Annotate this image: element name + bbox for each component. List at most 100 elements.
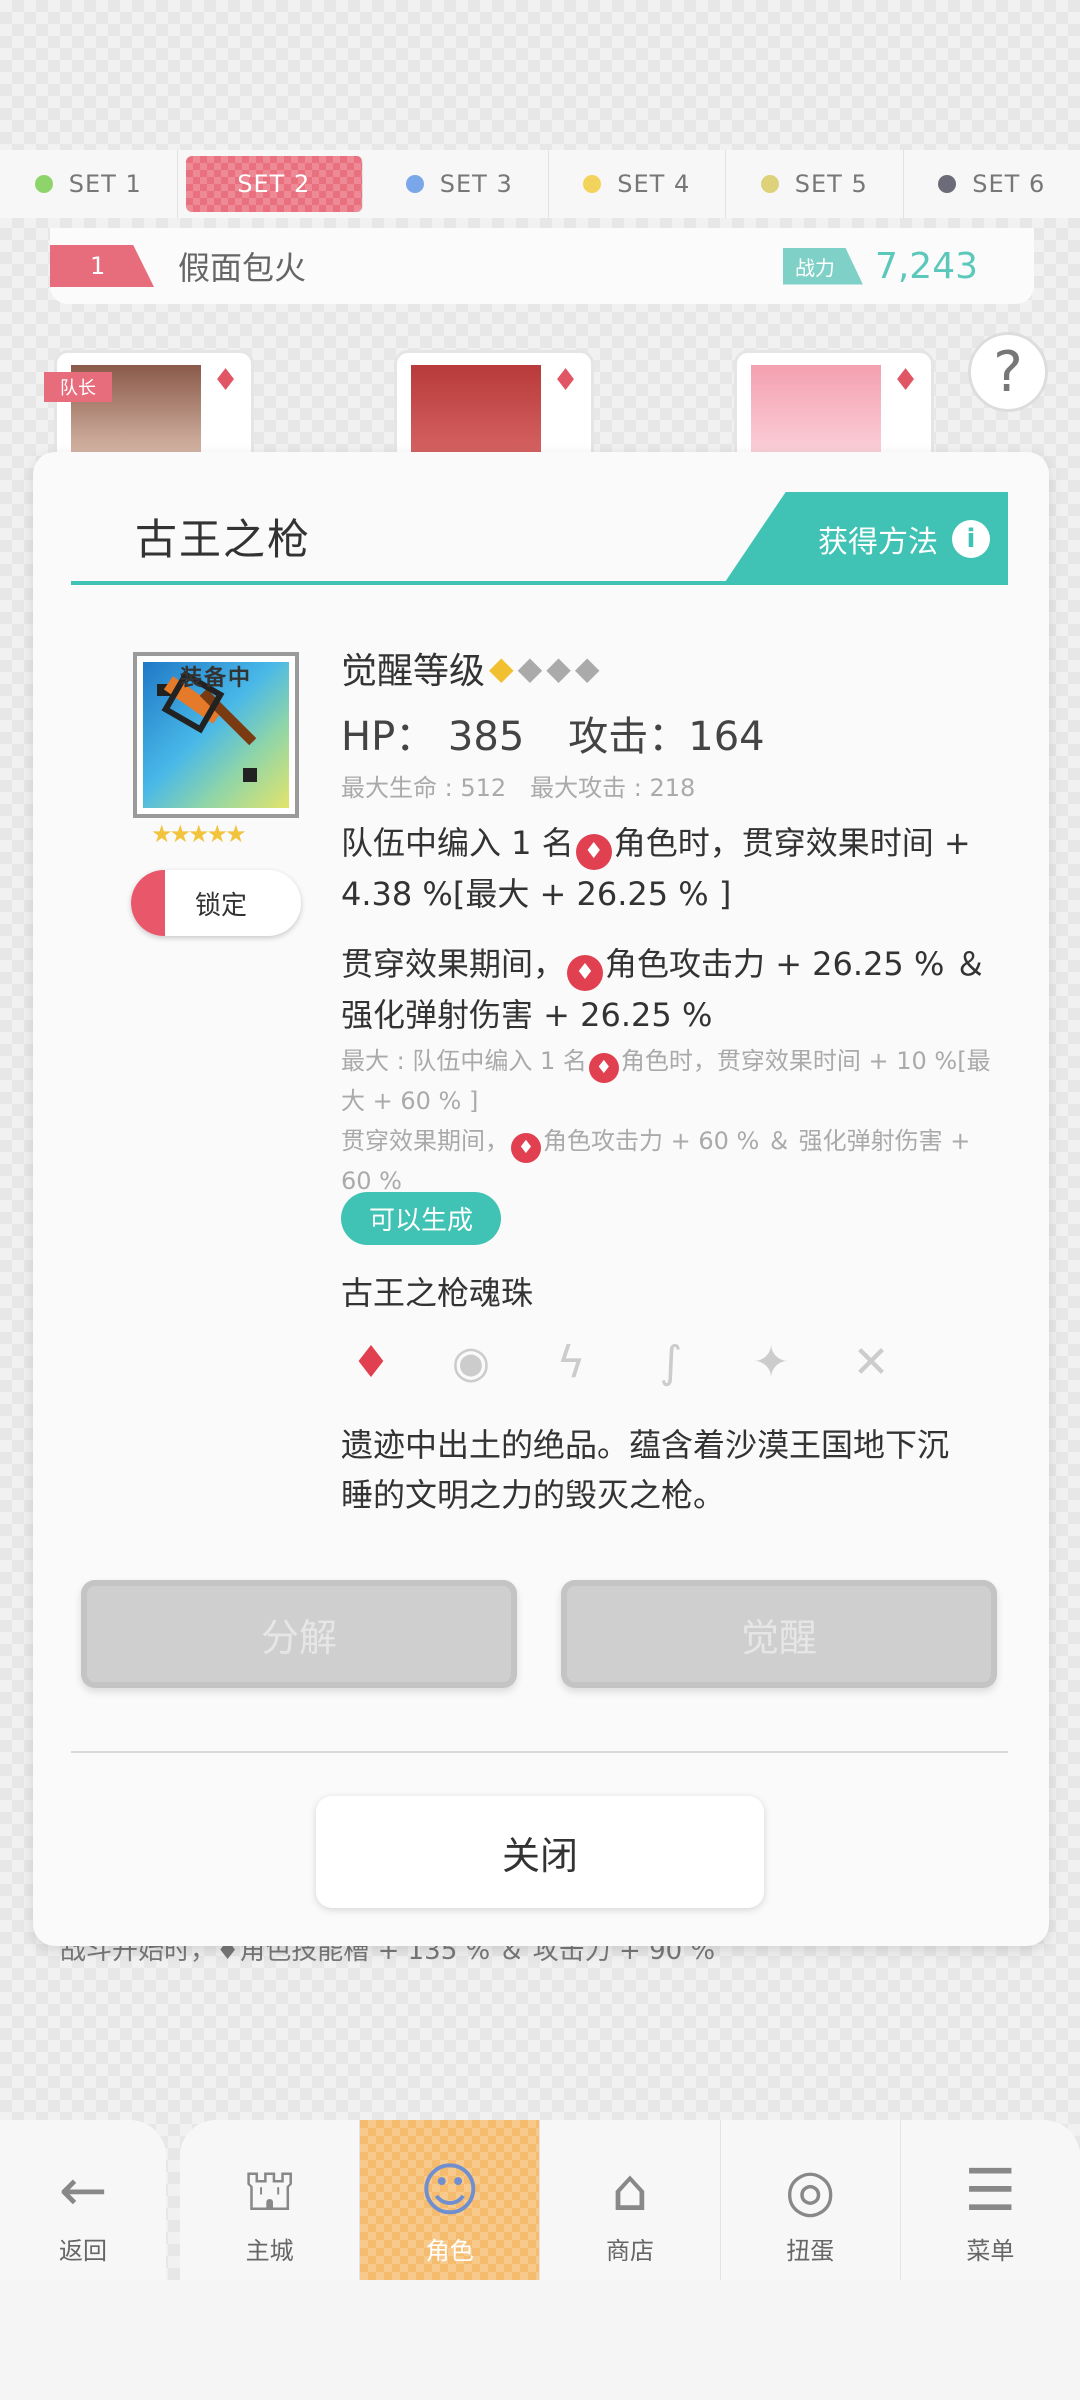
light-element-icon: ✦ bbox=[752, 1336, 790, 1388]
skill-effect-1: 队伍中编入 1 名 ♦ 角色时，贯穿效果时间 + 4.38 %[最大 + 26.25… bbox=[341, 819, 1001, 918]
set-3-dot-icon bbox=[405, 175, 424, 193]
max-stats-row: 最大生命 : 512 最大攻击 : 218 bbox=[341, 768, 1001, 803]
set-4-dot-icon bbox=[583, 175, 602, 193]
dismantle-button[interactable]: 分解 bbox=[81, 1580, 517, 1688]
bottom-safe-area bbox=[0, 2280, 1080, 2400]
nav-item-character[interactable]: ☺ 角色 bbox=[360, 2120, 541, 2280]
skill-effect-2: 贯穿效果期间， ♦ 角色攻击力 + 26.25 % ＆ 强化弹射伤害 + 26.25… bbox=[341, 940, 1001, 1039]
awaken-gem-icon: ◆ bbox=[517, 649, 543, 687]
back-button[interactable]: ← 返回 bbox=[0, 2120, 166, 2280]
red-suit-icon: ♦ bbox=[575, 834, 612, 870]
main-nav-group: ⛫ 主城 ☺ 角色 ⌂ 商店 ◎ 扭蛋 ☰ 菜单 bbox=[180, 2120, 1080, 2280]
hp-label: HP： bbox=[341, 714, 436, 760]
element-row: ♦ ◉ ϟ ∫ ✦ ✕ bbox=[341, 1332, 901, 1392]
tab-set-4[interactable]: SET 4 bbox=[549, 150, 726, 218]
max-effect-1: 最大 : 队伍中编入 1 名 ♦ 角色时，贯穿效果时间 + 10 %[最大 + 60… bbox=[341, 1043, 1001, 1119]
hp-value: 385 bbox=[447, 714, 525, 760]
awaken-gem-icon: ◆ bbox=[489, 649, 514, 687]
awaken-gem-icon: ◆ bbox=[574, 649, 600, 687]
nav-item-home[interactable]: ⛫ 主城 bbox=[180, 2120, 361, 2280]
suit-icon: ♦ bbox=[892, 363, 919, 398]
nav-label: 角色 bbox=[425, 2237, 474, 2265]
set-tab-label: SET 3 bbox=[439, 170, 513, 198]
awaken-button[interactable]: 觉醒 bbox=[561, 1580, 997, 1688]
item-title: 古王之枪 bbox=[135, 515, 312, 564]
nav-label: 菜单 bbox=[966, 2237, 1015, 2265]
item-detail-modal: 古王之枪 获得方法 i 装备中 ★★★★★ 锁定 觉醒等级 ◆ ◆ ◆ ◆ HP… bbox=[33, 452, 1049, 1946]
tab-set-1[interactable]: SET 1 bbox=[0, 150, 178, 218]
effect-text: 贯穿效果期间， bbox=[341, 1127, 509, 1155]
close-button[interactable]: 关闭 bbox=[316, 1796, 764, 1908]
item-description: 遗迹中出土的绝品。蕴含着沙漠王国地下沉睡的文明之力的毁灭之枪。 bbox=[341, 1426, 950, 1514]
tab-set-6[interactable]: SET 6 bbox=[904, 150, 1080, 218]
set-tab-label: SET 1 bbox=[68, 170, 142, 198]
title-underline bbox=[71, 581, 1008, 585]
team-power: 战力 7,243 bbox=[782, 245, 978, 287]
back-arrow-icon: ← bbox=[58, 2156, 108, 2224]
menu-icon: ☰ bbox=[964, 2156, 1017, 2224]
obtain-method-label: 获得方法 bbox=[818, 524, 938, 560]
red-suit-icon: ♦ bbox=[511, 1133, 541, 1163]
set-5-dot-icon bbox=[760, 175, 779, 193]
nav-label: 主城 bbox=[245, 2237, 294, 2265]
home-icon: ⛫ bbox=[242, 2156, 297, 2224]
max-hp: 最大生命 : 512 bbox=[341, 774, 507, 802]
character-icon: ☺ bbox=[419, 2156, 481, 2224]
set-tab-label: SET 4 bbox=[617, 170, 691, 198]
effect-text: 队伍中编入 1 名 bbox=[341, 824, 574, 862]
lock-switch bbox=[131, 870, 165, 936]
stats-row: HP： 385 攻击：164 bbox=[341, 704, 1001, 762]
bottom-navigation: ← 返回 ⛫ 主城 ☺ 角色 ⌂ 商店 ◎ 扭蛋 ☰ 菜单 bbox=[0, 2120, 1080, 2280]
awaken-level-row: 觉醒等级 ◆ ◆ ◆ ◆ bbox=[341, 642, 1001, 694]
item-details: 觉醒等级 ◆ ◆ ◆ ◆ HP： 385 攻击：164 最大生命 : 512 最… bbox=[341, 642, 1001, 1199]
suit-icon: ♦ bbox=[552, 363, 579, 398]
max-effect-2: 贯穿效果期间， ♦ 角色攻击力 + 60 % ＆ 强化弹射伤害 + 60 % bbox=[341, 1123, 1001, 1199]
nav-item-gacha[interactable]: ◎ 扭蛋 bbox=[721, 2120, 901, 2280]
equipped-label: 装备中 bbox=[179, 666, 252, 691]
lightning-element-icon: ϟ bbox=[556, 1336, 586, 1388]
set-tab-label: SET 2 bbox=[237, 170, 311, 198]
set-tab-label: SET 5 bbox=[794, 170, 868, 198]
power-label: 战力 bbox=[782, 247, 863, 285]
effect-text: 贯穿效果期间， bbox=[341, 945, 566, 983]
divider bbox=[71, 1751, 1008, 1753]
rarity-stars: ★★★★★ bbox=[151, 820, 247, 848]
dark-element-icon: ✕ bbox=[852, 1336, 890, 1388]
awaken-gem-icon: ◆ bbox=[546, 649, 571, 687]
gacha-icon: ◎ bbox=[784, 2156, 836, 2224]
circle-element-icon: ◉ bbox=[451, 1336, 491, 1388]
suit-icon: ♦ bbox=[212, 363, 239, 398]
nav-label: 扭蛋 bbox=[786, 2237, 835, 2265]
red-suit-icon: ♦ bbox=[588, 1053, 619, 1083]
lock-label: 锁定 bbox=[195, 890, 248, 921]
obtain-method-button[interactable]: 获得方法 i bbox=[723, 492, 1008, 585]
set-6-dot-icon bbox=[938, 175, 957, 193]
lock-toggle-button[interactable]: 锁定 bbox=[131, 870, 301, 936]
wind-element-icon: ∫ bbox=[659, 1336, 683, 1388]
info-icon: i bbox=[952, 519, 990, 558]
nav-label: 商店 bbox=[606, 2237, 654, 2265]
tab-set-5[interactable]: SET 5 bbox=[726, 150, 904, 218]
atk-stat: 攻击：164 bbox=[568, 704, 764, 762]
shop-icon: ⌂ bbox=[611, 2156, 649, 2224]
team-number-badge: 1 bbox=[50, 245, 154, 287]
nav-item-shop[interactable]: ⌂ 商店 bbox=[540, 2120, 721, 2280]
tab-set-2[interactable]: SET 2 bbox=[185, 156, 363, 212]
awaken-level-label: 觉醒等级 bbox=[341, 651, 486, 692]
max-atk: 最大攻击 : 218 bbox=[530, 774, 696, 802]
set-tab-bar: SET 1 SET 2 SET 3 SET 4 SET 5 SET 6 bbox=[0, 150, 1080, 218]
set-1-dot-icon bbox=[34, 175, 53, 193]
team-name[interactable]: 假面包火 bbox=[178, 243, 306, 289]
tab-set-3[interactable]: SET 3 bbox=[371, 150, 549, 218]
spear-item-icon: 装备中 bbox=[143, 662, 289, 808]
red-suit-icon: ♦ bbox=[567, 955, 604, 991]
nav-item-menu[interactable]: ☰ 菜单 bbox=[901, 2120, 1080, 2280]
captain-badge: 队长 bbox=[44, 372, 112, 402]
help-button[interactable]: ? bbox=[968, 332, 1048, 412]
team-header: 1 假面包火 战力 7,243 bbox=[50, 228, 1034, 304]
item-icon-frame: 装备中 bbox=[133, 652, 299, 818]
power-value: 7,243 bbox=[874, 245, 978, 287]
craftable-badge: 可以生成 bbox=[341, 1192, 502, 1245]
back-label: 返回 bbox=[59, 2237, 107, 2265]
red-element-icon: ♦ bbox=[351, 1336, 391, 1388]
